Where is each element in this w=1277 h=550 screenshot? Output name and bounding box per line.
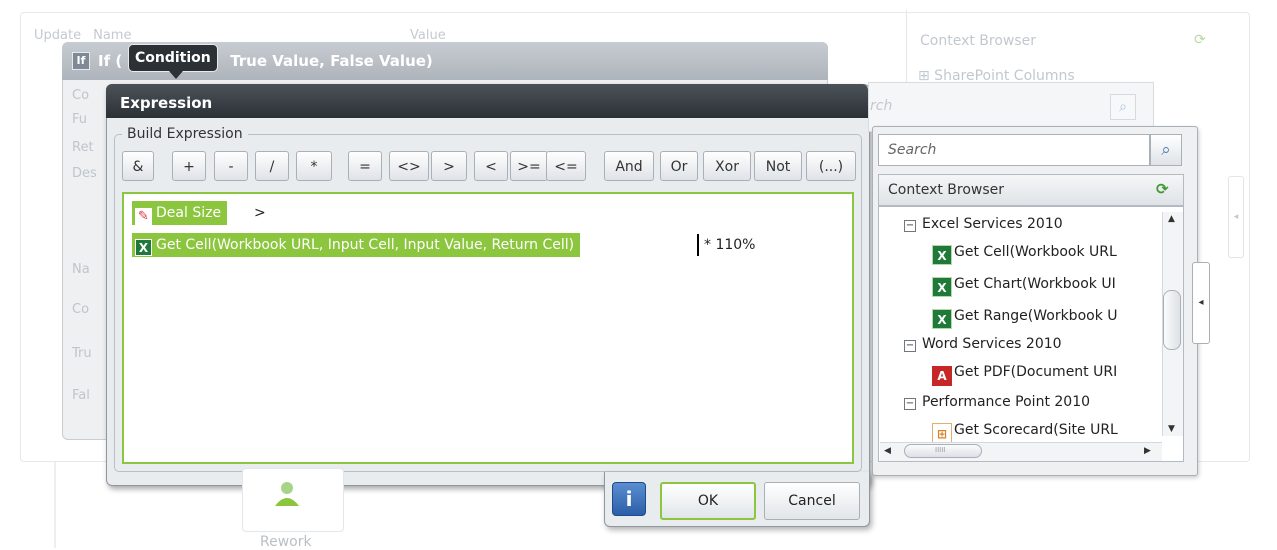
operator-equals-button[interactable]: = [348,151,382,181]
background-refresh-icon: ⟳ [1194,32,1206,48]
operator-greater-equal-button[interactable]: >= [510,151,548,181]
tree-node-label: Performance Point 2010 [922,394,1091,410]
tree-node-excel-services[interactable]: − Excel Services 2010 [904,216,1063,232]
horizontal-scroll-thumb[interactable]: IIIII [904,444,982,458]
collapse-icon[interactable]: − [904,398,916,410]
tree-node-word-services[interactable]: − Word Services 2010 [904,336,1062,352]
operator-not-equal-button[interactable]: <> [389,151,429,181]
expression-dialog-titlebar[interactable] [106,84,868,118]
build-expression-label: Build Expression [122,126,248,142]
operator-not-button[interactable]: Not [754,151,802,181]
operator-concat-button[interactable]: & [122,151,154,181]
operator-greater-button[interactable]: > [431,151,467,181]
if-title-prefix: If ( [98,52,123,70]
deal-size-token-label: Deal Size [156,205,222,221]
operator-or-button[interactable]: Or [660,151,698,181]
if-left-label: Co [72,88,90,103]
text-caret [697,234,699,256]
expression-dialog-title: Expression [120,94,213,112]
cancel-button[interactable]: Cancel [764,482,860,520]
excel-icon: X [135,239,152,256]
operator-minus-button[interactable]: - [214,151,248,181]
background-search-icon: ⌕ [1110,94,1136,120]
expression-line2-suffix: * 110% [704,237,756,253]
tree-item-label: Get Chart(Workbook UI [954,276,1116,292]
if-left-label: Fal [72,388,90,403]
excel-icon: X [932,277,952,297]
background-search-placeholder: rch [870,98,893,114]
tree-item-get-chart[interactable]: X Get Chart(Workbook UI [932,276,1116,297]
operator-and-button[interactable]: And [604,151,654,181]
header-col-name: Name [93,28,132,43]
scroll-grip: IIIII [935,446,946,454]
scorecard-icon: ⊞ [932,423,952,443]
pdf-icon: A [932,366,952,386]
scroll-right-icon[interactable]: ▶ [1144,446,1151,456]
if-left-label: Na [72,262,90,277]
operator-less-equal-button[interactable]: <= [546,151,586,181]
scroll-down-icon[interactable]: ▼ [1168,424,1175,434]
tree-item-get-range[interactable]: X Get Range(Workbook U [932,308,1118,329]
tree-node-performance-point[interactable]: − Performance Point 2010 [904,394,1090,410]
operator-parentheses-button[interactable]: (...) [806,151,856,181]
tree-item-get-pdf[interactable]: A Get PDF(Document URI [932,364,1117,386]
tree-item-label: Get Scorecard(Site URL [954,422,1118,438]
deal-size-token[interactable]: ✎ Deal Size [132,201,228,225]
background-collapse-handle: ◂ [1228,176,1244,258]
operator-divide-button[interactable]: / [255,151,289,181]
if-left-label: Fu [72,112,88,127]
tree-item-label: Get PDF(Document URI [954,364,1118,380]
tree-node-label: Word Services 2010 [922,336,1062,352]
context-search-placeholder: Search [888,142,937,158]
tree-item-get-cell[interactable]: X Get Cell(Workbook URL [932,244,1117,265]
collapse-icon[interactable]: − [904,220,916,232]
operator-multiply-button[interactable]: * [296,151,332,181]
background-table-header: Update Name [34,28,143,43]
if-left-label: Co [72,302,90,317]
column-field-icon: ✎ [135,208,152,225]
get-cell-token-label: Get Cell(Workbook URL, Input Cell, Input… [156,237,575,253]
background-context-browser-label: Context Browser [920,33,1037,49]
condition-tooltip: Condition [128,44,218,79]
if-left-label: Ret [72,140,94,155]
user-icon [275,482,299,506]
context-browser-title: Context Browser [888,182,1005,198]
header-col-value: Value [410,28,446,43]
expression-line1-operator: > [254,205,266,221]
scroll-left-icon[interactable]: ◀ [884,446,891,456]
collapse-panel-handle[interactable]: ◂ [1192,262,1210,344]
if-function-icon: If [72,52,90,70]
if-left-label: Tru [72,346,92,361]
refresh-icon[interactable]: ⟳ [1156,180,1169,198]
operator-xor-button[interactable]: Xor [703,151,751,181]
excel-icon: X [932,309,952,329]
operator-plus-button[interactable]: + [172,151,206,181]
background-connector [54,462,56,548]
tree-item-label: Get Range(Workbook U [954,308,1118,324]
if-left-label: Des [72,166,97,181]
ok-button[interactable]: OK [660,482,756,520]
tree-node-label: Excel Services 2010 [922,216,1063,232]
search-icon[interactable]: ⌕ [1150,134,1182,166]
scroll-up-icon[interactable]: ▲ [1168,214,1175,224]
operator-less-button[interactable]: < [474,151,508,181]
collapse-icon[interactable]: − [904,340,916,352]
info-icon[interactable]: i [612,482,646,516]
excel-icon: X [932,245,952,265]
header-col-update: Update [34,28,82,43]
if-title-rest: True Value, False Value) [230,52,433,70]
get-cell-token[interactable]: X Get Cell(Workbook URL, Input Cell, Inpu… [132,233,581,257]
tree-item-get-scorecard[interactable]: ⊞ Get Scorecard(Site URL [932,422,1118,443]
vertical-scroll-thumb[interactable] [1163,290,1181,350]
tree-item-label: Get Cell(Workbook URL [954,244,1117,260]
